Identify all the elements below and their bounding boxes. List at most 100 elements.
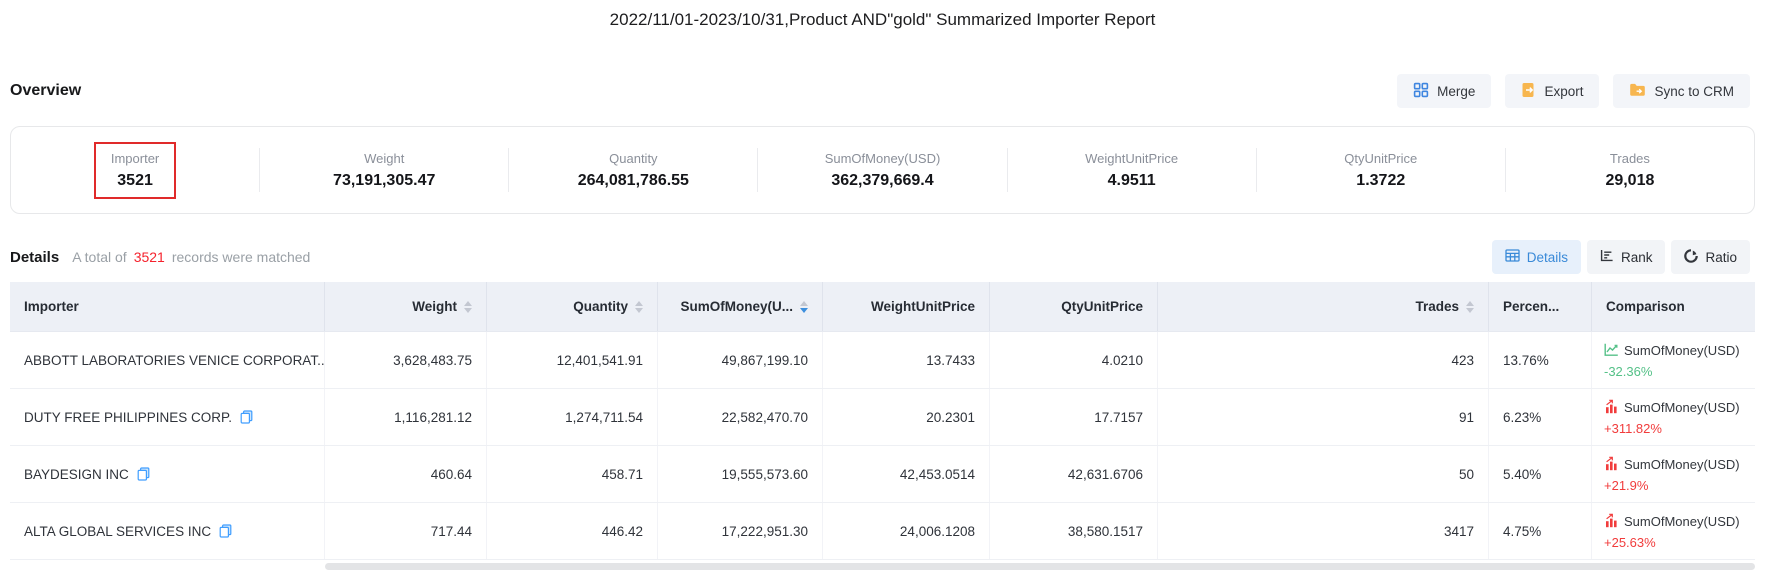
importer-name[interactable]: BAYDESIGN INC	[24, 467, 129, 482]
importer-name[interactable]: DUTY FREE PHILIPPINES CORP.	[24, 410, 232, 425]
export-button[interactable]: Export	[1505, 74, 1599, 108]
copy-icon[interactable]	[137, 467, 150, 481]
stat-quantity-label: Quantity	[609, 151, 657, 166]
percent-cell: 13.76%	[1489, 332, 1592, 388]
comparison-metric-label: SumOfMoney(USD)	[1624, 400, 1740, 415]
table-row[interactable]: ALTA GLOBAL SERVICES INC 717.44 446.42 1…	[10, 503, 1755, 560]
stat-weight-label: Weight	[364, 151, 404, 166]
importer-cell: BAYDESIGN INC	[10, 446, 325, 502]
comparison-percent: -32.36%	[1604, 364, 1652, 379]
match-note: A total of3521records were matched	[72, 249, 310, 265]
details-header-row: Details A total of3521records were match…	[10, 240, 1750, 274]
merge-button-label: Merge	[1437, 84, 1475, 99]
col-header-trades[interactable]: Trades	[1158, 282, 1489, 331]
quantity-cell: 458.71	[487, 446, 658, 502]
comparison-metric: SumOfMoney(USD)	[1604, 399, 1740, 417]
comparison-cell: SumOfMoney(USD) -32.36%	[1592, 332, 1755, 388]
trend-up-chart-icon	[1604, 399, 1619, 417]
sum-of-money-cell: 19,555,573.60	[658, 446, 823, 502]
export-icon	[1521, 82, 1536, 101]
importer-name[interactable]: ALTA GLOBAL SERVICES INC	[24, 524, 211, 539]
col-header-quantity-label: Quantity	[573, 299, 628, 314]
stat-qty-unit-price: QtyUnitPrice 1.3722	[1257, 151, 1505, 190]
table-header-row: Importer Weight Quantity SumOfMoney(U...…	[10, 282, 1755, 332]
col-header-comparison-label: Comparison	[1606, 299, 1685, 314]
page-title: 2022/11/01-2023/10/31,Product AND"gold" …	[0, 0, 1765, 46]
qty-unit-price-cell: 42,631.6706	[990, 446, 1158, 502]
details-heading: Details	[10, 249, 59, 266]
export-button-label: Export	[1544, 84, 1583, 99]
table-icon	[1505, 249, 1520, 265]
importer-cell: ABBOTT LABORATORIES VENICE CORPORAT...	[10, 332, 325, 388]
stat-trades-value: 29,018	[1605, 172, 1654, 190]
stat-quantity: Quantity 264,081,786.55	[509, 151, 757, 190]
tab-ratio-label: Ratio	[1705, 250, 1737, 265]
sort-icon-quantity[interactable]	[635, 301, 643, 313]
col-header-sum-of-money-label: SumOfMoney(U...	[680, 299, 793, 314]
sort-icon-weight[interactable]	[464, 301, 472, 313]
col-header-weight-unit-price-label: WeightUnitPrice	[871, 299, 975, 314]
match-prefix: A total of	[72, 249, 126, 265]
weight-unit-price-cell: 20.2301	[823, 389, 990, 445]
table-row[interactable]: BAYDESIGN INC 460.64 458.71 19,555,573.6…	[10, 446, 1755, 503]
col-header-importer[interactable]: Importer	[10, 282, 325, 331]
ratio-icon	[1684, 249, 1698, 266]
table-row[interactable]: ABBOTT LABORATORIES VENICE CORPORAT... 3…	[10, 332, 1755, 389]
weight-unit-price-cell: 42,453.0514	[823, 446, 990, 502]
importer-name[interactable]: ABBOTT LABORATORIES VENICE CORPORAT...	[24, 353, 325, 368]
weight-cell: 3,628,483.75	[325, 332, 487, 388]
trades-cell: 3417	[1158, 503, 1489, 559]
comparison-metric: SumOfMoney(USD)	[1604, 342, 1740, 360]
tab-rank[interactable]: Rank	[1587, 240, 1666, 274]
percent-cell: 4.75%	[1489, 503, 1592, 559]
col-header-quantity[interactable]: Quantity	[487, 282, 658, 331]
table-row[interactable]: DUTY FREE PHILIPPINES CORP. 1,116,281.12…	[10, 389, 1755, 446]
copy-icon[interactable]	[240, 410, 253, 424]
importer-highlight-box: Importer 3521	[94, 142, 176, 199]
comparison-metric: SumOfMoney(USD)	[1604, 456, 1740, 474]
trades-cell: 91	[1158, 389, 1489, 445]
trend-up-chart-icon	[1604, 513, 1619, 531]
stat-importer-value: 3521	[117, 172, 153, 190]
overview-header-row: Overview Merge Export	[10, 74, 1750, 108]
qty-unit-price-cell: 17.7157	[990, 389, 1158, 445]
col-header-qty-unit-price[interactable]: QtyUnitPrice	[990, 282, 1158, 331]
percent-cell: 5.40%	[1489, 446, 1592, 502]
match-count: 3521	[134, 249, 165, 265]
action-buttons: Merge Export Sync to CRM	[1397, 74, 1750, 108]
sync-to-crm-button[interactable]: Sync to CRM	[1613, 74, 1750, 108]
tab-details[interactable]: Details	[1492, 240, 1581, 274]
comparison-percent: +311.82%	[1604, 421, 1662, 436]
trend-down-chart-icon	[1604, 342, 1619, 360]
quantity-cell: 446.42	[487, 503, 658, 559]
col-header-comparison[interactable]: Comparison	[1592, 282, 1755, 331]
col-header-weight-label: Weight	[412, 299, 457, 314]
sort-icon-sum-of-money-desc-active[interactable]	[800, 301, 808, 313]
trend-up-chart-icon	[1604, 456, 1619, 474]
overview-stats-card: Importer 3521 Weight 73,191,305.47 Quant…	[10, 126, 1755, 214]
stat-trades-label: Trades	[1610, 151, 1650, 166]
stat-weight-unit-price-label: WeightUnitPrice	[1085, 151, 1178, 166]
horizontal-scrollbar-thumb[interactable]	[325, 563, 1755, 570]
stat-sum-of-money-value: 362,379,669.4	[831, 172, 933, 190]
col-header-sum-of-money[interactable]: SumOfMoney(U...	[658, 282, 823, 331]
rank-icon	[1600, 249, 1614, 265]
col-header-qty-unit-price-label: QtyUnitPrice	[1061, 299, 1143, 314]
tab-ratio[interactable]: Ratio	[1671, 240, 1750, 274]
comparison-metric-label: SumOfMoney(USD)	[1624, 343, 1740, 358]
stat-qty-unit-price-value: 1.3722	[1356, 172, 1405, 190]
weight-cell: 717.44	[325, 503, 487, 559]
col-header-percent-label: Percen...	[1503, 299, 1559, 314]
sort-icon-trades[interactable]	[1466, 301, 1474, 313]
copy-icon[interactable]	[219, 524, 232, 538]
horizontal-scrollbar-track	[10, 563, 1755, 570]
col-header-weight-unit-price[interactable]: WeightUnitPrice	[823, 282, 990, 331]
merge-button[interactable]: Merge	[1397, 74, 1491, 108]
importer-table: Importer Weight Quantity SumOfMoney(U...…	[10, 282, 1755, 560]
trades-cell: 50	[1158, 446, 1489, 502]
col-header-trades-label: Trades	[1415, 299, 1459, 314]
sum-of-money-cell: 17,222,951.30	[658, 503, 823, 559]
percent-cell: 6.23%	[1489, 389, 1592, 445]
col-header-weight[interactable]: Weight	[325, 282, 487, 331]
col-header-percent[interactable]: Percen...	[1489, 282, 1592, 331]
